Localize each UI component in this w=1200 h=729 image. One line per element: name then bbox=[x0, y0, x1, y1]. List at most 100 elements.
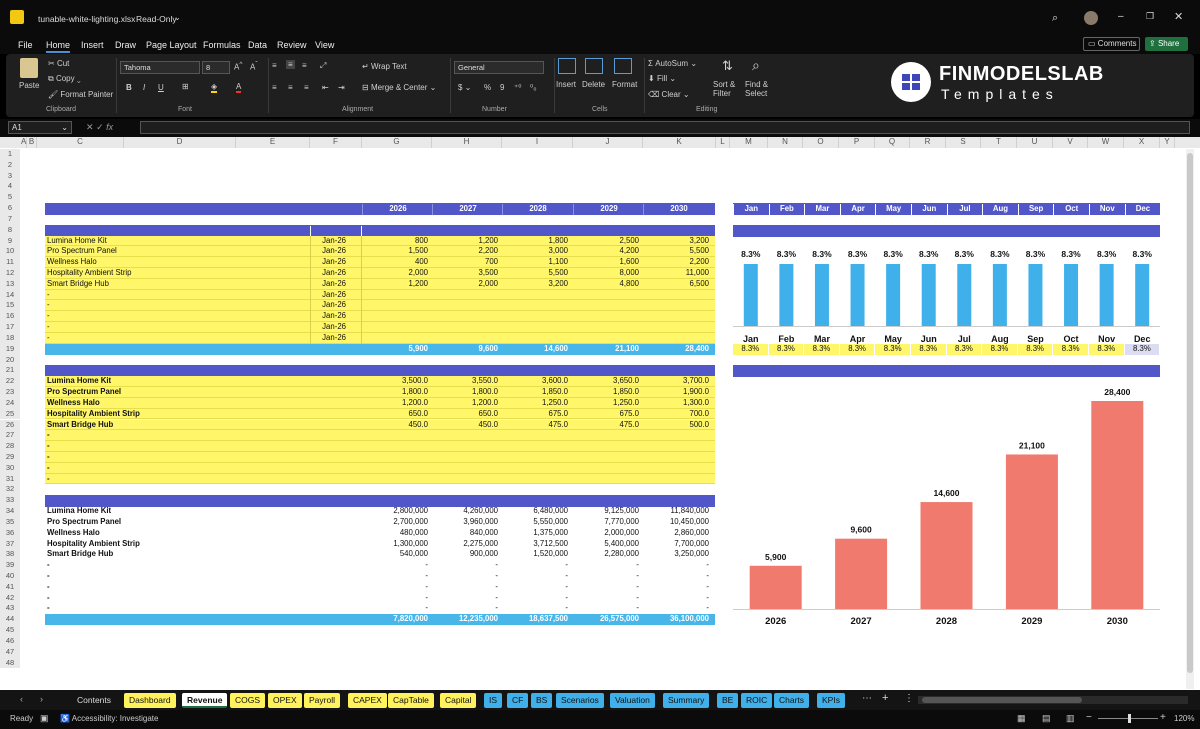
column-header[interactable]: C bbox=[37, 137, 124, 148]
fx-icon[interactable]: fx bbox=[106, 122, 113, 132]
value-cell[interactable]: 1,850.0 bbox=[502, 387, 568, 398]
row-header[interactable]: 38 bbox=[0, 549, 20, 561]
value-cell[interactable] bbox=[362, 311, 428, 322]
format-painter-button[interactable]: 🖌 Format Painter bbox=[48, 90, 113, 99]
row-header[interactable]: 23 bbox=[0, 387, 20, 398]
column-header[interactable]: G bbox=[362, 137, 432, 148]
launch-date[interactable]: Jan-26 bbox=[310, 300, 362, 311]
more-tabs-icon[interactable]: ⋯ bbox=[862, 693, 872, 704]
sheet-tab[interactable]: Charts bbox=[774, 693, 810, 708]
value-cell[interactable]: 1,300,000 bbox=[362, 539, 428, 550]
value-cell[interactable]: 2,800,000 bbox=[362, 506, 428, 517]
sheet-tab[interactable]: Valuation bbox=[610, 693, 655, 708]
number-format-select[interactable]: General bbox=[454, 61, 544, 74]
column-header[interactable]: I bbox=[502, 137, 573, 148]
value-cell[interactable]: - bbox=[432, 593, 498, 604]
decrease-font-icon[interactable]: Aˇ bbox=[250, 61, 258, 72]
insert-cells-button[interactable]: Insert bbox=[556, 80, 576, 89]
value-cell[interactable]: - bbox=[573, 571, 639, 582]
row-header[interactable]: 10 bbox=[0, 246, 20, 258]
launch-date[interactable]: Jan-26 bbox=[310, 257, 362, 268]
row-header[interactable]: 20 bbox=[0, 354, 20, 366]
page-layout-view-icon[interactable]: ▤ bbox=[1042, 713, 1051, 724]
value-cell[interactable]: 475.0 bbox=[573, 420, 639, 431]
row-header[interactable]: 14 bbox=[0, 289, 20, 301]
value-cell[interactable]: - bbox=[362, 560, 428, 571]
align-top-icon[interactable]: ≡ bbox=[272, 61, 277, 70]
minimize-icon[interactable]: – bbox=[1118, 11, 1124, 22]
column-header[interactable]: U bbox=[1017, 137, 1053, 148]
value-cell[interactable] bbox=[502, 311, 568, 322]
column-header[interactable]: E bbox=[236, 137, 310, 148]
value-cell[interactable]: 700 bbox=[432, 257, 498, 268]
launch-date[interactable]: Jan-26 bbox=[310, 333, 362, 344]
value-cell[interactable]: 11,000 bbox=[643, 268, 709, 279]
value-cell[interactable] bbox=[502, 300, 568, 311]
row-header[interactable]: 7 bbox=[0, 213, 20, 225]
tab-insert[interactable]: Insert bbox=[81, 40, 104, 50]
value-cell[interactable]: 800 bbox=[362, 236, 428, 247]
value-cell[interactable] bbox=[573, 441, 639, 452]
row-header[interactable]: 17 bbox=[0, 322, 20, 333]
comments-button[interactable]: ▭ Comments bbox=[1083, 37, 1140, 51]
value-cell[interactable]: - bbox=[362, 593, 428, 604]
value-cell[interactable]: - bbox=[573, 593, 639, 604]
font-size-select[interactable]: 8 bbox=[202, 61, 230, 74]
value-cell[interactable] bbox=[643, 441, 709, 452]
macro-icon[interactable]: ▣ bbox=[40, 713, 49, 724]
value-cell[interactable]: 5,400,000 bbox=[573, 539, 639, 550]
page-break-view-icon[interactable]: ▥ bbox=[1066, 713, 1075, 724]
row-header[interactable]: 16 bbox=[0, 311, 20, 323]
sheet-tab[interactable]: BS bbox=[531, 693, 553, 708]
value-cell[interactable]: - bbox=[502, 560, 568, 571]
scroll-right-icon[interactable]: › bbox=[40, 694, 43, 704]
sheet-tab[interactable]: OPEX bbox=[268, 693, 302, 708]
value-cell[interactable]: 4,200 bbox=[573, 246, 639, 257]
value-cell[interactable]: 2,200 bbox=[643, 257, 709, 268]
row-header[interactable]: 41 bbox=[0, 581, 20, 593]
restore-icon[interactable]: ❐ bbox=[1146, 11, 1154, 22]
sheet-tab[interactable]: KPIs bbox=[817, 693, 845, 708]
column-header[interactable]: H bbox=[432, 137, 502, 148]
value-cell[interactable]: - bbox=[432, 571, 498, 582]
column-header[interactable]: W bbox=[1088, 137, 1124, 148]
value-cell[interactable]: 1,520,000 bbox=[502, 549, 568, 560]
sheet-tab[interactable]: BE bbox=[717, 693, 739, 708]
value-cell[interactable]: 1,200 bbox=[362, 279, 428, 290]
font-name-select[interactable]: Tahoma bbox=[120, 61, 200, 74]
row-header[interactable]: 36 bbox=[0, 527, 20, 539]
sheet-tab[interactable]: Scenarios bbox=[556, 693, 604, 708]
row-header[interactable]: 13 bbox=[0, 278, 20, 290]
fill-color-icon[interactable]: ◈ bbox=[211, 82, 218, 93]
value-cell[interactable] bbox=[432, 300, 498, 311]
value-cell[interactable] bbox=[502, 290, 568, 301]
row-header[interactable]: 33 bbox=[0, 495, 20, 507]
row-header[interactable]: 44 bbox=[0, 614, 20, 626]
value-cell[interactable]: 2,700,000 bbox=[362, 517, 428, 528]
value-cell[interactable]: - bbox=[502, 603, 568, 614]
bold-button[interactable]: B bbox=[126, 83, 132, 92]
row-header[interactable]: 9 bbox=[0, 235, 20, 247]
launch-date[interactable]: Jan-26 bbox=[310, 322, 362, 333]
sheet-tab[interactable]: Payroll bbox=[304, 693, 340, 708]
value-cell[interactable]: 2,860,000 bbox=[643, 528, 709, 539]
format-cells-icon[interactable] bbox=[614, 58, 632, 74]
value-cell[interactable] bbox=[573, 311, 639, 322]
value-cell[interactable] bbox=[502, 463, 568, 474]
value-cell[interactable] bbox=[502, 333, 568, 344]
column-header[interactable]: J bbox=[573, 137, 643, 148]
value-cell[interactable]: - bbox=[643, 593, 709, 604]
value-cell[interactable]: 1,600 bbox=[573, 257, 639, 268]
value-cell[interactable]: 1,800.0 bbox=[362, 387, 428, 398]
value-cell[interactable]: 1,800.0 bbox=[432, 387, 498, 398]
value-cell[interactable]: 5,500 bbox=[502, 268, 568, 279]
row-header[interactable]: 6 bbox=[0, 203, 20, 214]
value-cell[interactable] bbox=[432, 322, 498, 333]
value-cell[interactable]: 1,250.0 bbox=[573, 398, 639, 409]
sheet-tab[interactable]: CAPEX bbox=[348, 693, 387, 708]
vertical-scrollbar[interactable] bbox=[1186, 149, 1194, 689]
row-header[interactable]: 45 bbox=[0, 625, 20, 636]
value-cell[interactable]: 3,200 bbox=[643, 236, 709, 247]
value-cell[interactable]: - bbox=[573, 560, 639, 571]
sheet-tab[interactable]: Dashboard bbox=[124, 693, 176, 708]
